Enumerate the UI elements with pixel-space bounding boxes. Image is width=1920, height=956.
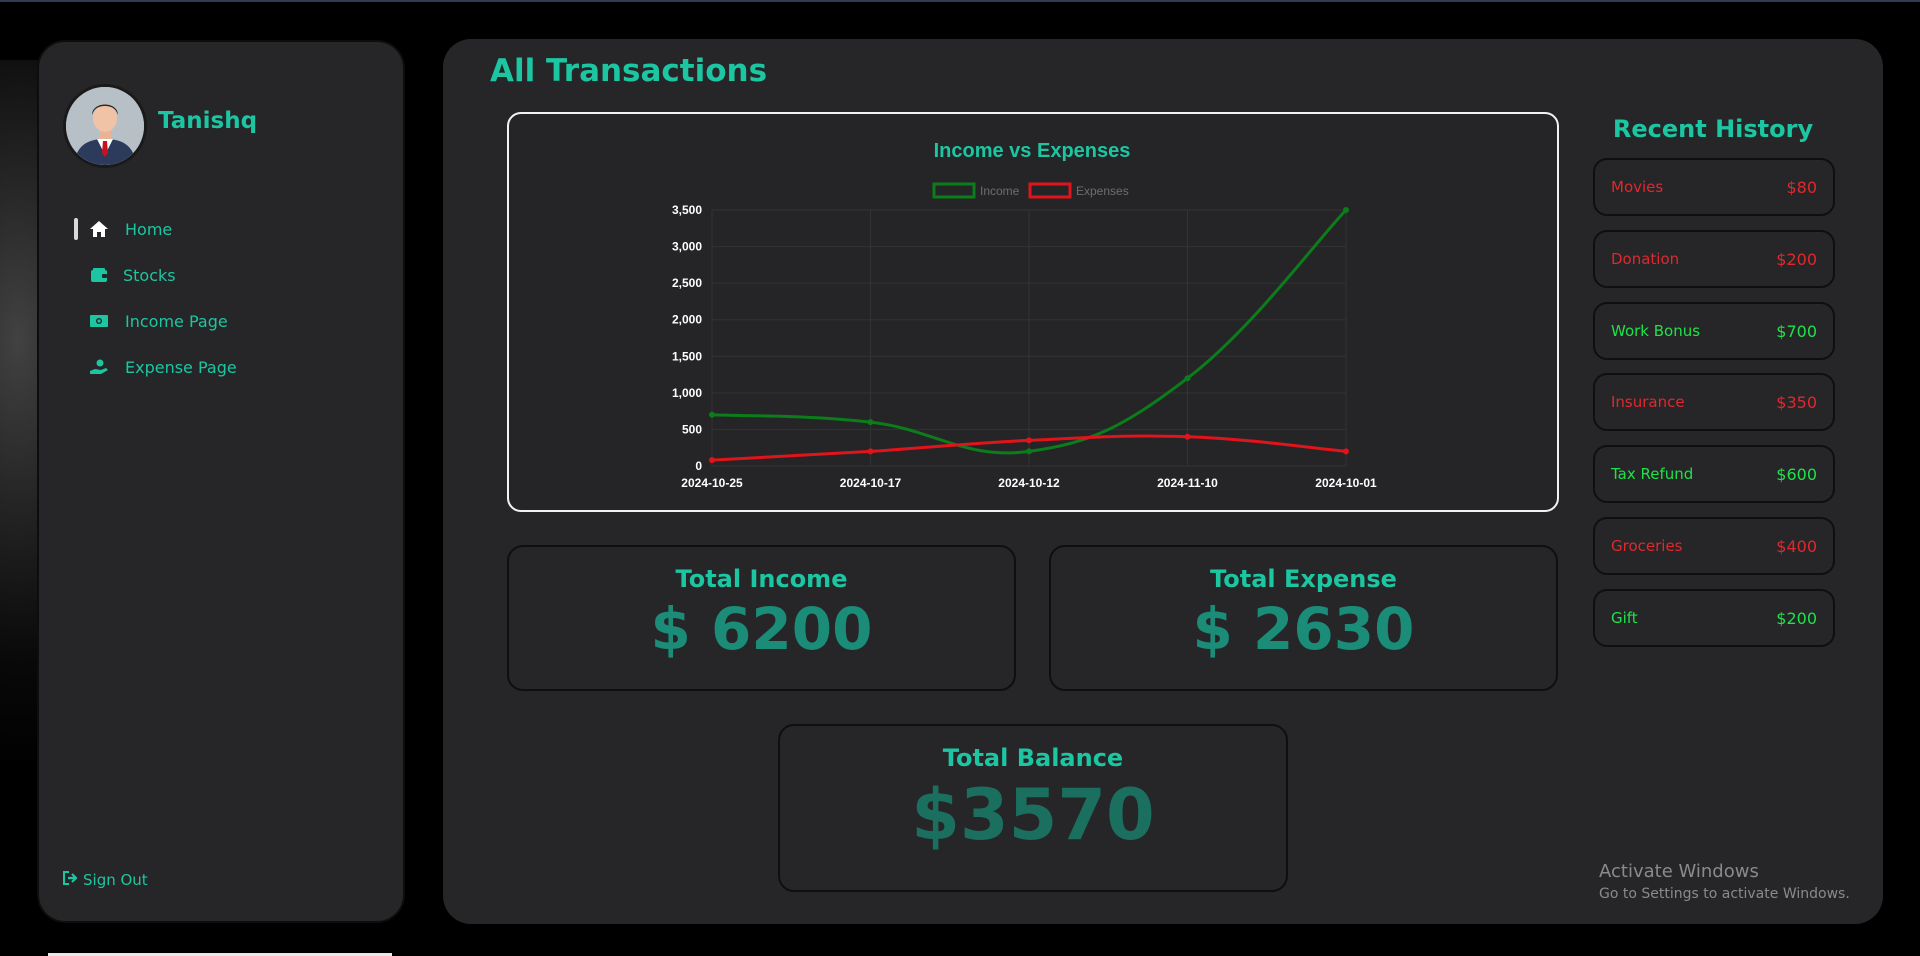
data-point-income bbox=[709, 411, 715, 418]
recent-history-title: Recent History bbox=[1612, 115, 1814, 143]
total-balance-value: $3570 bbox=[911, 774, 1155, 856]
history-item-name: Insurance bbox=[1611, 393, 1685, 411]
data-point-income bbox=[1184, 375, 1191, 382]
watermark-subtitle: Go to Settings to activate Windows. bbox=[1599, 886, 1850, 902]
money-icon bbox=[87, 311, 111, 331]
total-income-value: $ 6200 bbox=[650, 595, 873, 663]
history-item-name: Tax Refund bbox=[1611, 465, 1694, 483]
data-point-expenses bbox=[1026, 437, 1032, 444]
x-tick-label: 2024-10-17 bbox=[840, 476, 902, 490]
sidebar-item-stocks[interactable]: Stocks bbox=[87, 260, 176, 290]
sign-out-button[interactable]: Sign Out bbox=[63, 870, 148, 889]
y-tick-label: 500 bbox=[682, 422, 702, 436]
total-expense-title: Total Expense bbox=[1210, 565, 1397, 593]
legend-label-income: Income bbox=[980, 184, 1020, 198]
x-tick-label: 2024-10-12 bbox=[998, 476, 1060, 490]
data-point-expenses bbox=[867, 448, 874, 455]
avatar bbox=[63, 84, 147, 168]
y-tick-label: 3,500 bbox=[672, 203, 702, 217]
watermark-title: Activate Windows bbox=[1599, 861, 1759, 882]
hand-coin-icon bbox=[87, 357, 111, 377]
x-tick-label: 2024-11-10 bbox=[1157, 476, 1218, 490]
sidebar-item-home[interactable]: Home bbox=[87, 214, 172, 244]
username: Tanishq bbox=[158, 108, 258, 134]
history-item-name: Work Bonus bbox=[1611, 322, 1701, 340]
total-expense-card: Total Expense $ 2630 bbox=[1049, 545, 1558, 691]
history-item-amount: $600 bbox=[1776, 464, 1817, 484]
sidebar-item-label: Income Page bbox=[125, 311, 228, 331]
x-tick-label: 2024-10-25 bbox=[681, 476, 743, 490]
sidebar-item-expense-page[interactable]: Expense Page bbox=[87, 352, 237, 382]
sidebar-item-income-page[interactable]: Income Page bbox=[87, 306, 228, 336]
history-item-amount: $700 bbox=[1776, 321, 1817, 341]
sidebar-item-label: Stocks bbox=[123, 265, 176, 285]
page-title: All Transactions bbox=[490, 53, 768, 89]
avatar-person-icon bbox=[66, 87, 144, 165]
wallet-icon bbox=[87, 265, 111, 285]
total-balance-card: Total Balance $3570 bbox=[778, 724, 1288, 892]
sign-out-icon bbox=[63, 870, 79, 889]
total-income-title: Total Income bbox=[675, 565, 848, 593]
y-tick-label: 1,000 bbox=[672, 386, 702, 400]
legend-swatch-expenses bbox=[1028, 182, 1072, 199]
legend-swatch-income bbox=[932, 182, 976, 199]
sidebar: Tanishq Home Stocks Income Page Expense bbox=[37, 40, 405, 923]
active-nav-indicator bbox=[74, 218, 78, 240]
main-panel: All Transactions Income vs Expenses Incom… bbox=[443, 39, 1883, 924]
data-point-expenses bbox=[1184, 433, 1191, 440]
history-item-amount: $400 bbox=[1776, 536, 1817, 556]
sign-out-label: Sign Out bbox=[83, 870, 148, 889]
history-item-tax-refund[interactable]: Tax Refund $600 bbox=[1593, 445, 1835, 503]
data-point-income bbox=[867, 419, 874, 426]
window-top-border bbox=[0, 0, 1920, 2]
history-item-insurance[interactable]: Insurance $350 bbox=[1593, 373, 1835, 431]
history-item-movies[interactable]: Movies $80 bbox=[1593, 158, 1835, 216]
sidebar-item-label: Expense Page bbox=[125, 357, 237, 377]
history-item-amount: $80 bbox=[1786, 177, 1817, 197]
history-item-amount: $350 bbox=[1776, 392, 1817, 412]
total-expense-value: $ 2630 bbox=[1192, 595, 1415, 663]
y-tick-label: 2,500 bbox=[672, 276, 702, 290]
history-item-name: Groceries bbox=[1611, 537, 1683, 555]
history-item-donation[interactable]: Donation $200 bbox=[1593, 230, 1835, 288]
legend-label-expenses: Expenses bbox=[1076, 184, 1129, 198]
x-tick-label: 2024-10-01 bbox=[1315, 476, 1377, 490]
income-expense-chart: Income vs Expenses Income Expenses 0 500 1,00… bbox=[672, 140, 1377, 490]
y-tick-label: 2,000 bbox=[672, 313, 702, 327]
history-item-groceries[interactable]: Groceries $400 bbox=[1593, 517, 1835, 575]
data-point-expenses bbox=[1343, 448, 1349, 455]
sidebar-item-label: Home bbox=[125, 219, 173, 239]
history-item-amount: $200 bbox=[1776, 249, 1817, 269]
total-balance-title: Total Balance bbox=[942, 744, 1124, 772]
y-tick-label: 3,000 bbox=[672, 240, 702, 254]
data-point-income bbox=[1343, 207, 1349, 213]
y-tick-label: 0 bbox=[695, 459, 702, 473]
history-item-gift[interactable]: Gift $200 bbox=[1593, 589, 1835, 647]
history-item-name: Donation bbox=[1611, 250, 1680, 268]
income-expense-chart-card: Income vs Expenses Income Expenses 0 500 1,00… bbox=[507, 112, 1559, 512]
history-item-work-bonus[interactable]: Work Bonus $700 bbox=[1593, 302, 1835, 360]
data-point-expenses bbox=[709, 457, 715, 464]
activate-windows-watermark: Activate Windows Go to Settings to activ… bbox=[1599, 861, 1850, 902]
home-icon bbox=[87, 219, 111, 239]
history-item-name: Gift bbox=[1611, 609, 1638, 627]
chart-title: Income vs Expenses bbox=[934, 140, 1131, 162]
history-item-amount: $200 bbox=[1776, 608, 1817, 628]
data-point-income bbox=[1026, 448, 1032, 455]
history-item-name: Movies bbox=[1611, 178, 1664, 196]
total-income-card: Total Income $ 6200 bbox=[507, 545, 1016, 691]
y-tick-label: 1,500 bbox=[672, 349, 702, 363]
